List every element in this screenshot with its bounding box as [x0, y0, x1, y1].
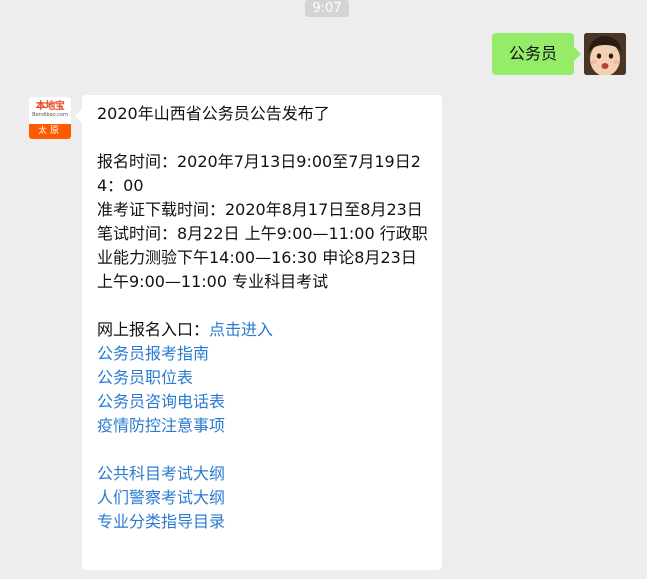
written-exam-time: 笔试时间：8月22日 上午9:00—11:00 行政职业能力测验下午14:00—…: [97, 224, 428, 291]
admission-ticket-time: 准考证下载时间：2020年8月17日至8月23日: [97, 200, 423, 219]
registration-time: 报名时间：2020年7月13日9:00至7月19日24：00: [97, 152, 421, 195]
bot-avatar[interactable]: 本地宝 Bendibao.com 太原: [29, 97, 71, 139]
brand-city-label: 太原: [29, 124, 71, 139]
message-title: 2020年山西省公务员公告发布了: [97, 104, 330, 123]
brand-domain: Bendibao.com: [32, 112, 68, 118]
link-hotline-table[interactable]: 公务员咨询电话表: [97, 390, 432, 414]
link-police-exam-syllabus[interactable]: 人们警察考试大纲: [97, 486, 432, 510]
brand-logo: 本地宝 Bendibao.com: [29, 97, 71, 124]
user-message-bubble[interactable]: 公务员: [492, 33, 581, 75]
signup-prefix: 网上报名入口：: [97, 320, 210, 339]
brand-name: 本地宝: [35, 101, 65, 112]
user-avatar[interactable]: [584, 33, 626, 75]
link-epidemic-notice[interactable]: 疫情防控注意事项: [97, 414, 432, 438]
link-major-classification[interactable]: 专业分类指导目录: [97, 510, 432, 534]
signup-link[interactable]: 点击进入: [209, 320, 273, 339]
link-exam-guide[interactable]: 公务员报考指南: [97, 342, 432, 366]
timestamp-badge: 9:07: [305, 0, 349, 17]
link-position-table[interactable]: 公务员职位表: [97, 366, 432, 390]
user-avatar-image: [584, 33, 626, 75]
bot-message-bubble: 2020年山西省公务员公告发布了 报名时间：2020年7月13日9:00至7月1…: [75, 95, 442, 570]
signup-entry: 网上报名入口：点击进入: [97, 318, 432, 342]
link-public-subject-syllabus[interactable]: 公共科目考试大纲: [97, 462, 432, 486]
